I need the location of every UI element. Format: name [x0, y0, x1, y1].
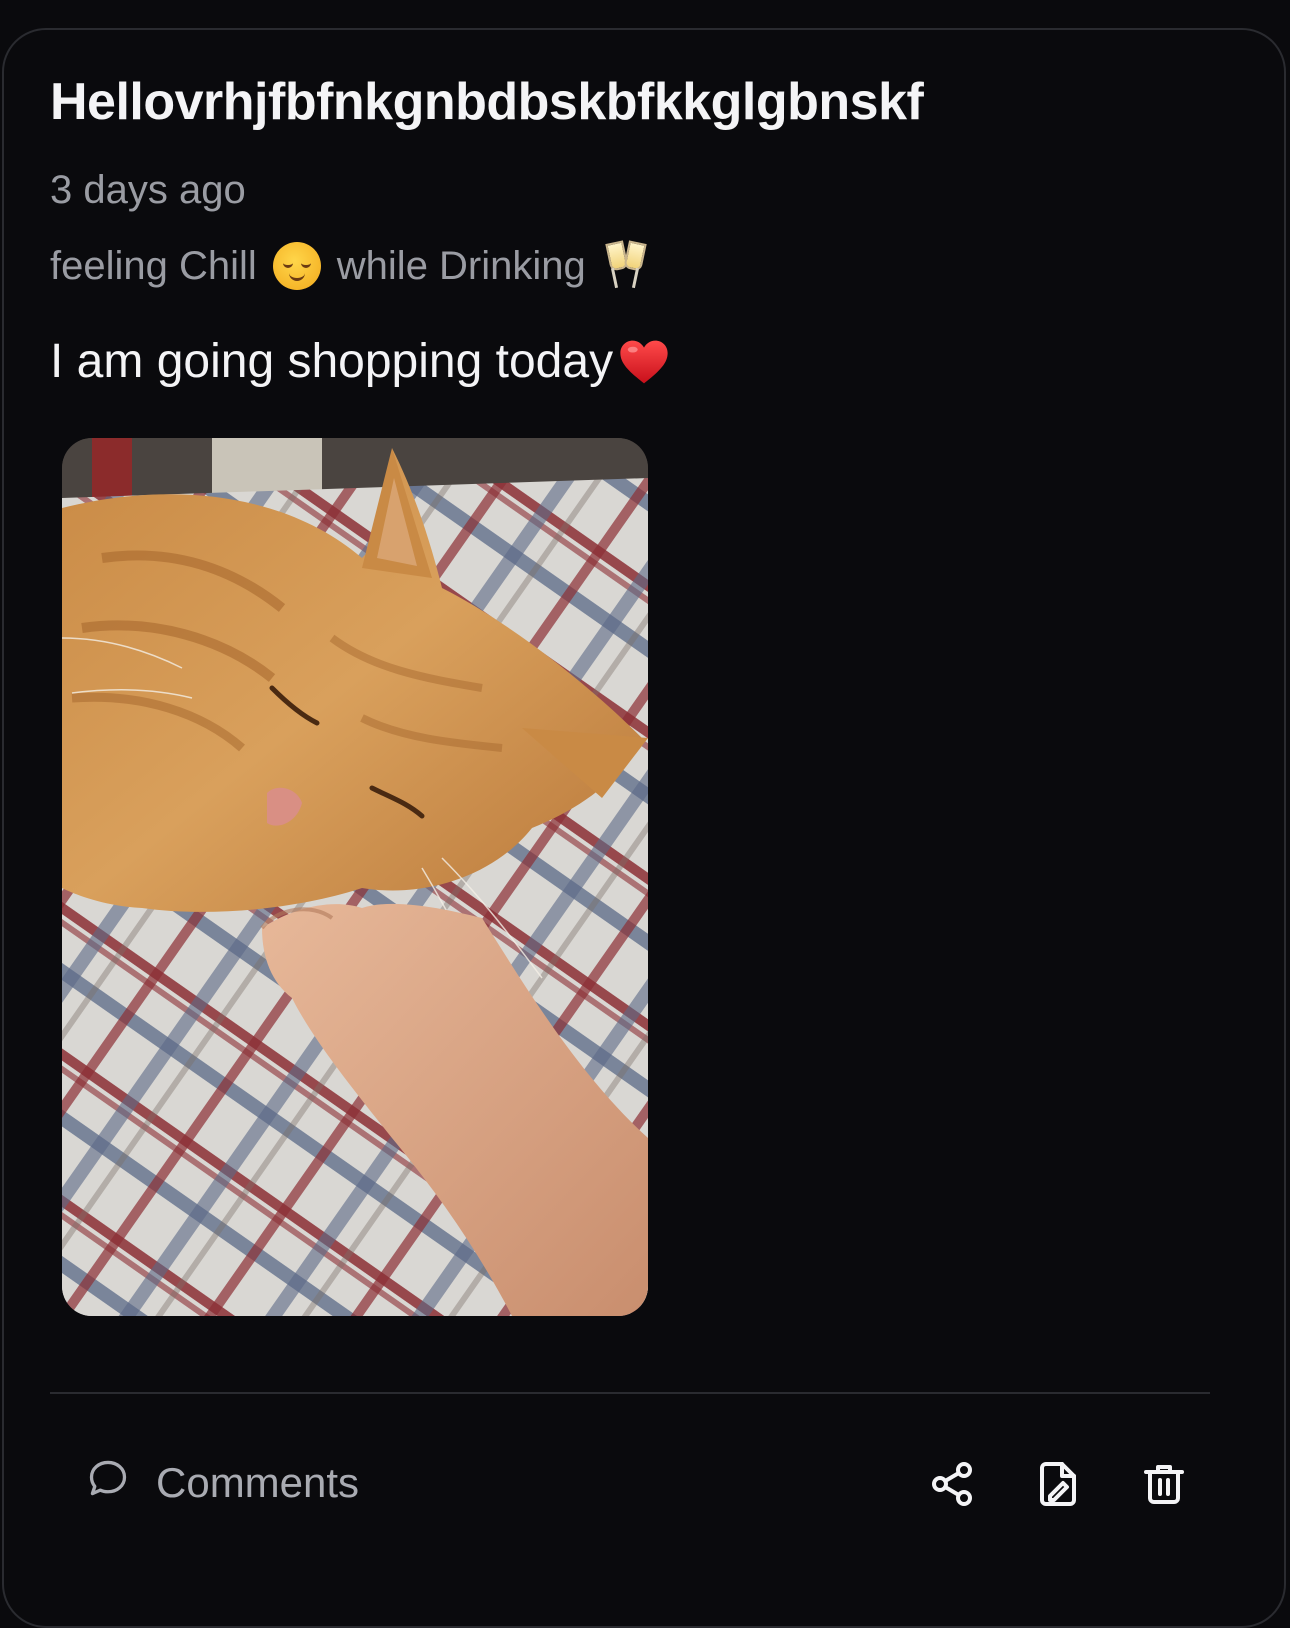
post-image[interactable] [62, 438, 648, 1316]
share-icon[interactable] [928, 1460, 976, 1508]
post-body: I am going shopping today [50, 334, 671, 389]
post-title: Hellovrhjfbfnkgnbdbskbfkkglgbnskf [50, 73, 924, 131]
clinking-glasses-icon [602, 240, 648, 292]
feeling-label: feeling Chill [50, 243, 257, 288]
activity-label: while Drinking [336, 243, 586, 288]
comments-button[interactable]: Comments [86, 1456, 359, 1510]
speech-bubble-icon [86, 1456, 130, 1510]
relieved-face-icon [272, 242, 321, 290]
footer-divider [50, 1392, 1210, 1394]
feeling-activity-row: feeling Chill while Drinking [50, 240, 648, 292]
post-timestamp: 3 days ago [50, 168, 246, 212]
edit-document-icon[interactable] [1034, 1460, 1082, 1508]
red-heart-icon [617, 335, 671, 389]
trash-icon[interactable] [1140, 1460, 1188, 1508]
comments-label: Comments [156, 1459, 360, 1506]
post-body-text: I am going shopping today [50, 335, 614, 388]
